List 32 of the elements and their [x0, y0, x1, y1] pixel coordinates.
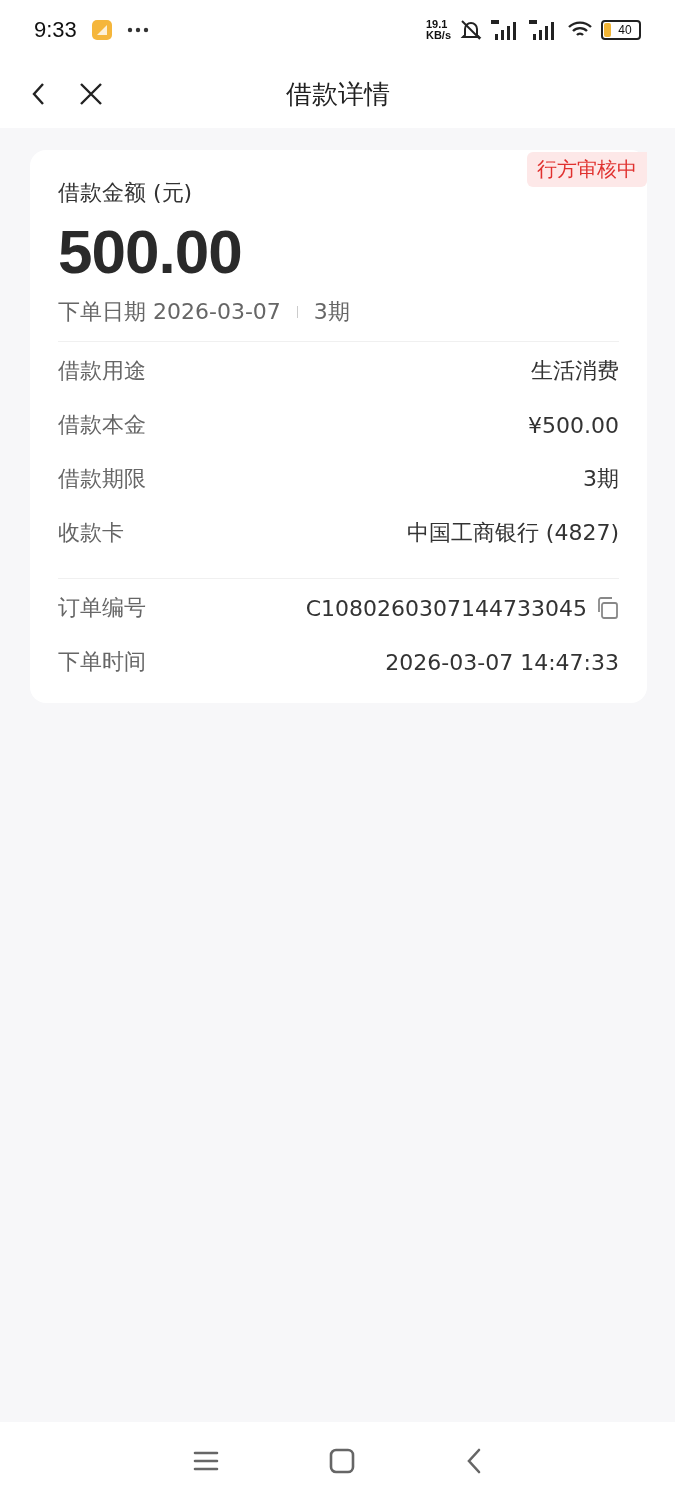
detail-value: ¥500.00: [528, 412, 619, 438]
detail-label: 订单编号: [58, 594, 146, 622]
page-title: 借款详情: [285, 77, 390, 111]
amount-label: 借款金额 (元): [58, 179, 194, 207]
app-notification-icon: [90, 19, 113, 41]
muted-bell-icon: [459, 18, 483, 42]
copy-icon[interactable]: [595, 596, 619, 620]
more-icon: [126, 27, 149, 33]
detail-value: 2026-03-07 14:47:33: [385, 649, 619, 675]
detail-value: 中国工商银行 (4827): [406, 519, 619, 547]
battery-level: 40: [618, 23, 632, 37]
loan-amount: 500.00: [58, 216, 243, 287]
detail-value: 3期: [583, 465, 619, 493]
detail-label: 借款用途: [58, 357, 146, 385]
detail-label: 借款期限: [58, 465, 146, 493]
detail-value: C1080260307144733045: [305, 595, 587, 621]
detail-label: 收款卡: [58, 519, 124, 547]
home-button[interactable]: [328, 1448, 355, 1474]
status-tag: 行方审核中: [527, 152, 647, 187]
detail-value: 生活消费: [531, 357, 619, 385]
network-speed-unit: KB/s: [425, 30, 451, 41]
network-speed: 19.1: [425, 19, 449, 30]
close-icon: [78, 81, 104, 107]
square-icon: [328, 1448, 355, 1474]
menu-button[interactable]: [192, 1450, 219, 1472]
loan-term: 3期: [313, 298, 350, 326]
detail-label: 下单时间: [58, 648, 146, 676]
battery-charge-icon: [604, 23, 611, 37]
status-time: 9:33: [34, 17, 77, 43]
menu-icon: [192, 1450, 219, 1472]
order-date: 下单日期 2026-03-07: [58, 298, 281, 326]
detail-label: 借款本金: [58, 411, 146, 439]
